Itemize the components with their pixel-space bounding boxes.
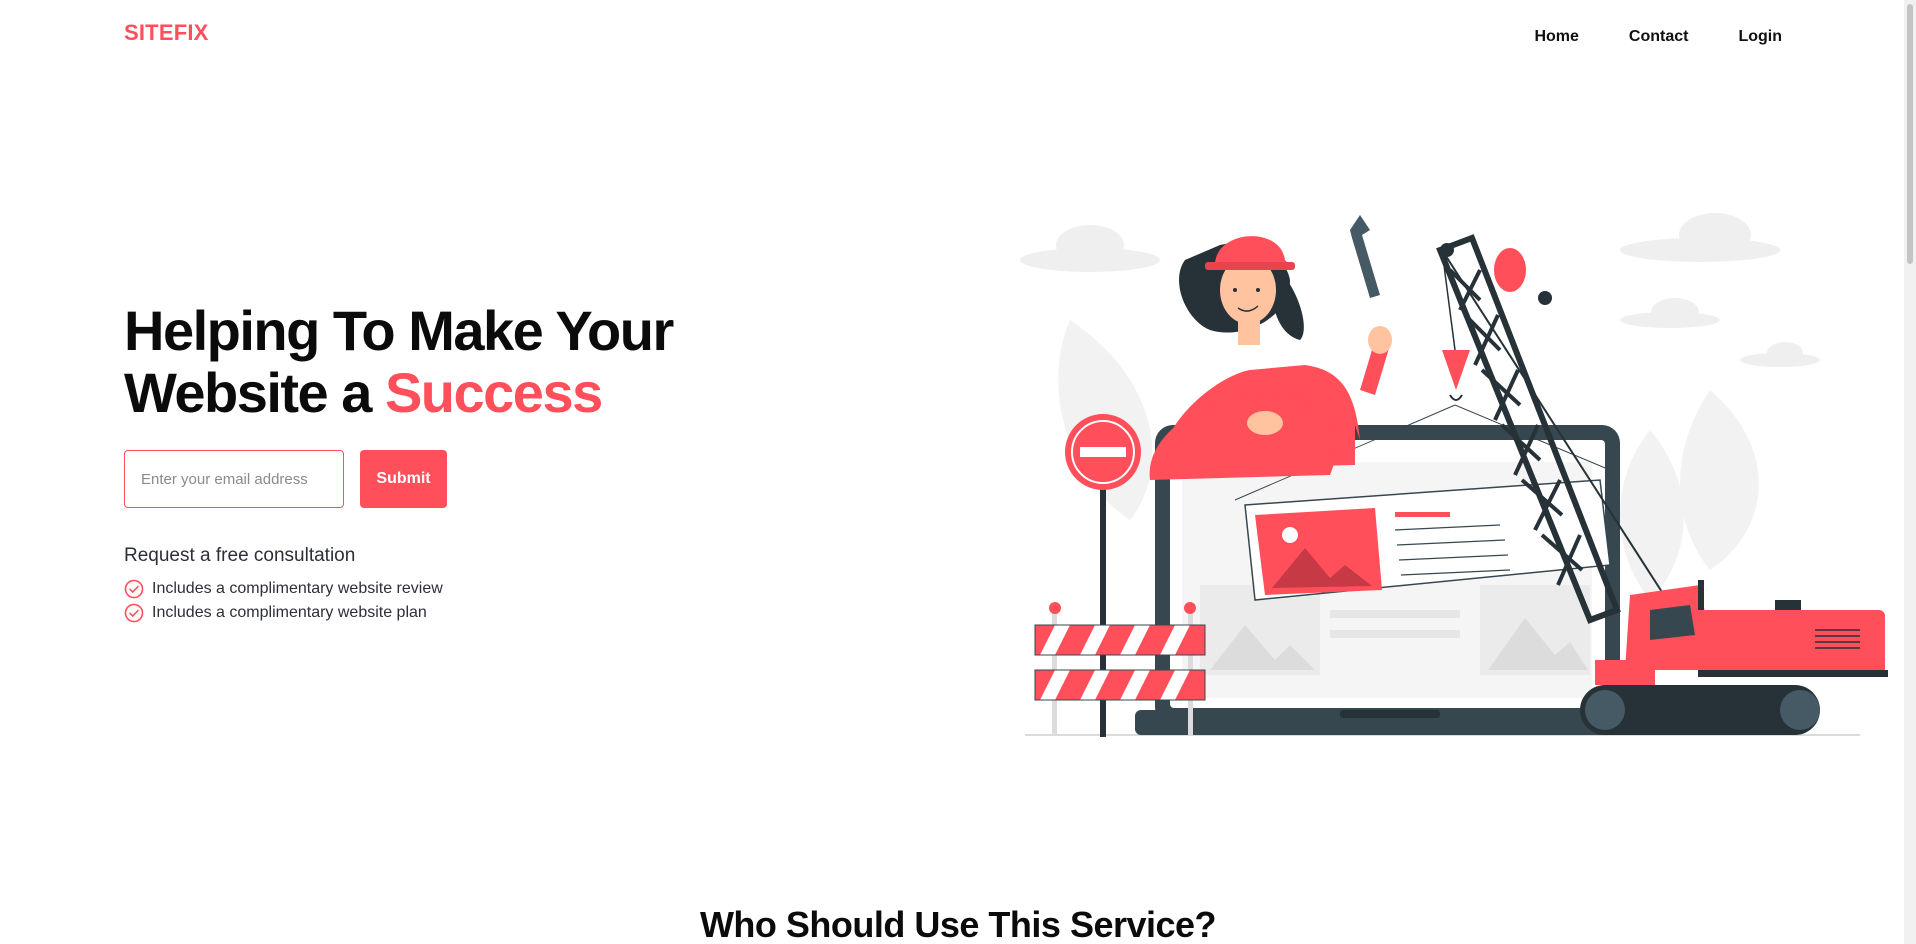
hero-title: Helping To Make Your Website a Success xyxy=(124,300,744,424)
navbar: SITEFIX Home Contact Login xyxy=(0,0,1916,80)
check-circle-icon xyxy=(124,603,144,623)
hero-title-line2: Website a xyxy=(124,361,385,424)
email-input[interactable] xyxy=(124,450,344,508)
nav-contact-link[interactable]: Contact xyxy=(1629,28,1689,46)
consultation-block: Request a free consultation Includes a c… xyxy=(124,545,443,625)
feature-text: Includes a complimentary website plan xyxy=(152,604,427,621)
feature-text: Includes a complimentary website review xyxy=(152,580,443,597)
cloud-shapes xyxy=(1020,213,1820,367)
nav-links: Home Contact Login xyxy=(1484,28,1782,46)
hero-heading-block: Helping To Make Your Website a Success xyxy=(124,300,744,424)
nav-login-link[interactable]: Login xyxy=(1738,28,1782,46)
nav-home-link[interactable]: Home xyxy=(1534,28,1578,46)
page-scrollbar[interactable] xyxy=(1904,0,1916,944)
feature-item: Includes a complimentary website review xyxy=(124,577,443,601)
hero-title-line1: Helping To Make Your xyxy=(124,299,674,362)
submit-button[interactable]: Submit xyxy=(360,450,447,508)
check-circle-icon xyxy=(124,579,144,599)
brand-logo[interactable]: SITEFIX xyxy=(124,20,209,46)
consultation-title: Request a free consultation xyxy=(124,545,356,566)
hero-title-accent: Success xyxy=(384,361,603,424)
feature-item: Includes a complimentary website plan xyxy=(124,601,443,625)
scrollbar-thumb[interactable] xyxy=(1907,4,1913,264)
construction-illustration xyxy=(1020,213,1888,737)
excavator-shape xyxy=(1580,580,1888,735)
signup-form: Submit xyxy=(124,450,447,508)
section-title: Who Should Use This Service? xyxy=(699,904,1217,944)
